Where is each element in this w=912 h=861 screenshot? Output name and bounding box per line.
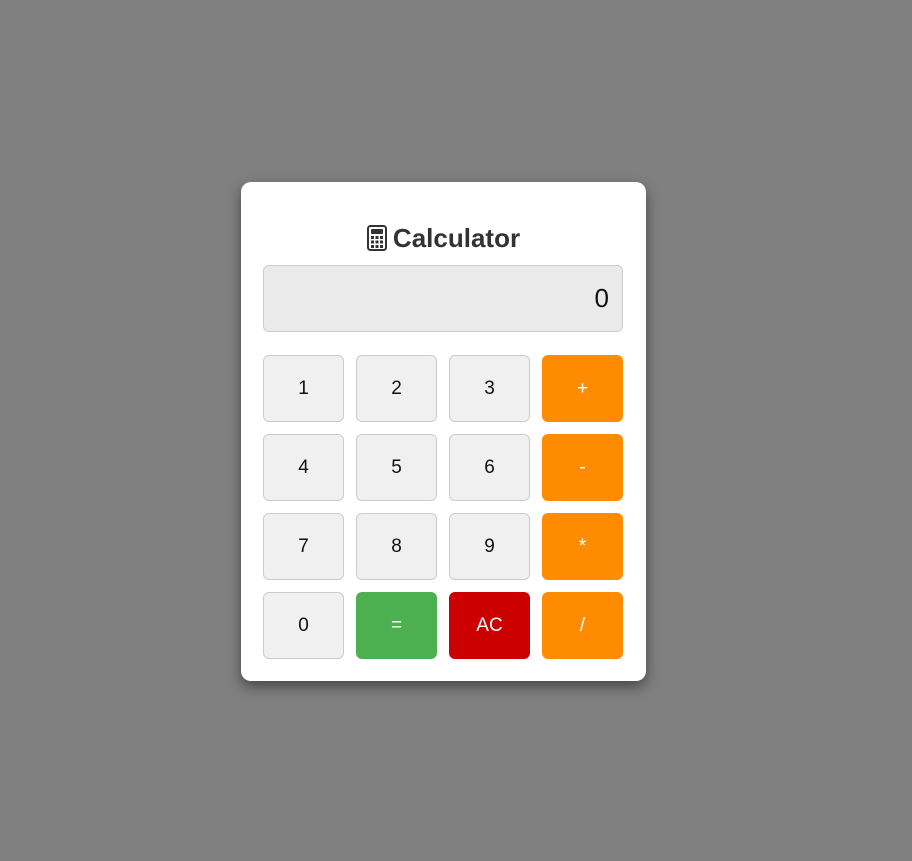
key-multiply[interactable]: * [542,513,623,580]
key-5[interactable]: 5 [356,434,437,501]
key-add[interactable]: + [542,355,623,422]
key-3[interactable]: 3 [449,355,530,422]
calculator-card: Calculator 0 1 2 3 + 4 5 6 - 7 8 9 * 0 =… [241,182,646,681]
key-subtract[interactable]: - [542,434,623,501]
calculator-display: 0 [263,265,623,332]
key-0[interactable]: 0 [263,592,344,659]
key-equals[interactable]: = [356,592,437,659]
key-2[interactable]: 2 [356,355,437,422]
key-8[interactable]: 8 [356,513,437,580]
calculator-icon [366,225,387,251]
key-1[interactable]: 1 [263,355,344,422]
key-divide[interactable]: / [542,592,623,659]
key-6[interactable]: 6 [449,434,530,501]
key-4[interactable]: 4 [263,434,344,501]
key-7[interactable]: 7 [263,513,344,580]
app-title-text: Calculator [392,222,521,253]
app-title: Calculator [241,222,646,254]
keypad: 1 2 3 + 4 5 6 - 7 8 9 * 0 = AC / [263,355,623,659]
key-9[interactable]: 9 [449,513,530,580]
display-value: 0 [594,283,609,313]
key-all-clear[interactable]: AC [449,592,530,659]
